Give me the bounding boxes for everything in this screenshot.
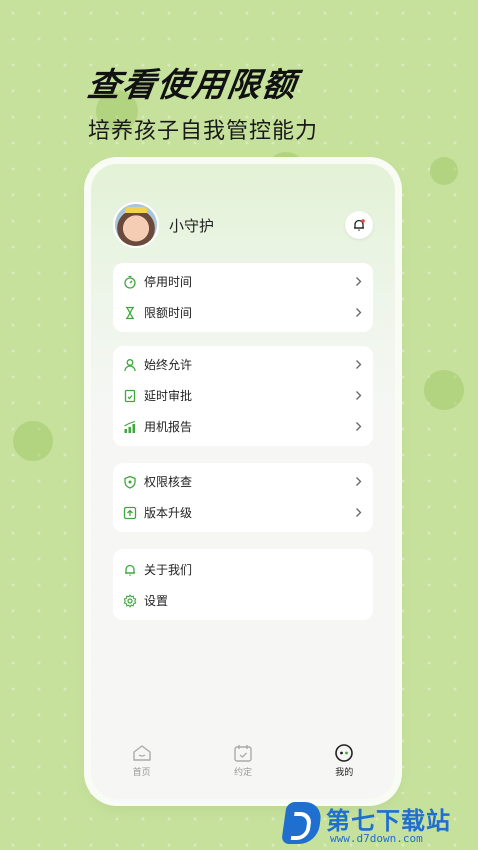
- bottom-tab-bar: 首页 约定 我的: [91, 737, 395, 799]
- menu-item-usage-report[interactable]: 用机报告: [113, 411, 373, 442]
- bell-icon: [354, 219, 365, 231]
- upgrade-icon: [123, 506, 137, 520]
- menu-card-permissions: 始终允许 延时审批 用机报告: [113, 346, 373, 446]
- menu-card-about: 关于我们 设置: [113, 549, 373, 620]
- menu-item-settings[interactable]: 设置: [113, 585, 373, 616]
- calendar-icon: [234, 745, 252, 762]
- menu-item-permission-check[interactable]: 权限核查: [113, 466, 373, 497]
- promo-headline: 查看使用限额: [84, 65, 301, 104]
- watermark: 第七下载站 www.d7down.com: [281, 800, 474, 846]
- tab-label: 我的: [335, 768, 354, 778]
- shield-icon: [123, 475, 137, 489]
- gear-icon: [123, 593, 137, 608]
- phone-mockup: 小守护 停用时间 限额时间 始终允许 延时审批 用机报告 权限核查 版本升级 关…: [91, 164, 395, 799]
- decorative-circle: [424, 370, 464, 410]
- chevron-right-icon: [356, 477, 362, 486]
- menu-card-system: 权限核查 版本升级: [113, 463, 373, 532]
- tab-label: 首页: [132, 768, 151, 778]
- tab-home[interactable]: 首页: [102, 744, 182, 778]
- menu-item-version-upgrade[interactable]: 版本升级: [113, 497, 373, 528]
- menu-item-limit-time[interactable]: 限额时间: [113, 297, 373, 328]
- promo-subline: 培养孩子自我管控能力: [88, 119, 319, 144]
- chevron-right-icon: [356, 277, 362, 286]
- menu-card-time: 停用时间 限额时间: [113, 263, 373, 332]
- document-check-icon: [123, 389, 137, 403]
- bell-icon: [123, 563, 137, 577]
- tab-label: 约定: [233, 768, 252, 778]
- hourglass-icon: [123, 306, 137, 320]
- menu-item-always-allow[interactable]: 始终允许: [113, 349, 373, 380]
- tab-agreement[interactable]: 约定: [203, 744, 283, 778]
- stopwatch-icon: [123, 275, 137, 289]
- profile-face-icon: [335, 744, 354, 762]
- bar-chart-icon: [123, 420, 137, 434]
- person-icon: [123, 358, 137, 372]
- menu-item-label: 停用时间: [144, 275, 193, 289]
- menu-item-label: 限额时间: [144, 306, 193, 320]
- menu-item-delay-approval[interactable]: 延时审批: [113, 380, 373, 411]
- decorative-circle: [430, 157, 458, 185]
- chevron-right-icon: [356, 391, 362, 400]
- menu-item-label: 关于我们: [144, 563, 193, 577]
- menu-item-label: 设置: [144, 594, 169, 608]
- tab-mine[interactable]: 我的: [304, 744, 384, 778]
- username: 小守护: [169, 216, 215, 235]
- watermark-logo-icon: [281, 802, 323, 844]
- chevron-right-icon: [356, 508, 362, 517]
- menu-item-label: 始终允许: [144, 358, 193, 372]
- chevron-right-icon: [356, 422, 362, 431]
- chevron-right-icon: [356, 308, 362, 317]
- watermark-url: www.d7down.com: [330, 832, 423, 845]
- notification-button[interactable]: [345, 211, 373, 239]
- menu-item-label: 权限核查: [144, 475, 193, 489]
- avatar[interactable]: [113, 202, 159, 248]
- menu-item-about-us[interactable]: 关于我们: [113, 554, 373, 585]
- watermark-title: 第七下载站: [326, 807, 451, 835]
- home-icon: [132, 745, 151, 761]
- chevron-right-icon: [356, 360, 362, 369]
- menu-item-label: 用机报告: [144, 420, 193, 434]
- decorative-circle: [13, 421, 53, 461]
- menu-item-stop-time[interactable]: 停用时间: [113, 266, 373, 297]
- profile-header: 小守护: [113, 202, 373, 248]
- menu-item-label: 延时审批: [144, 389, 193, 403]
- menu-item-label: 版本升级: [144, 506, 193, 520]
